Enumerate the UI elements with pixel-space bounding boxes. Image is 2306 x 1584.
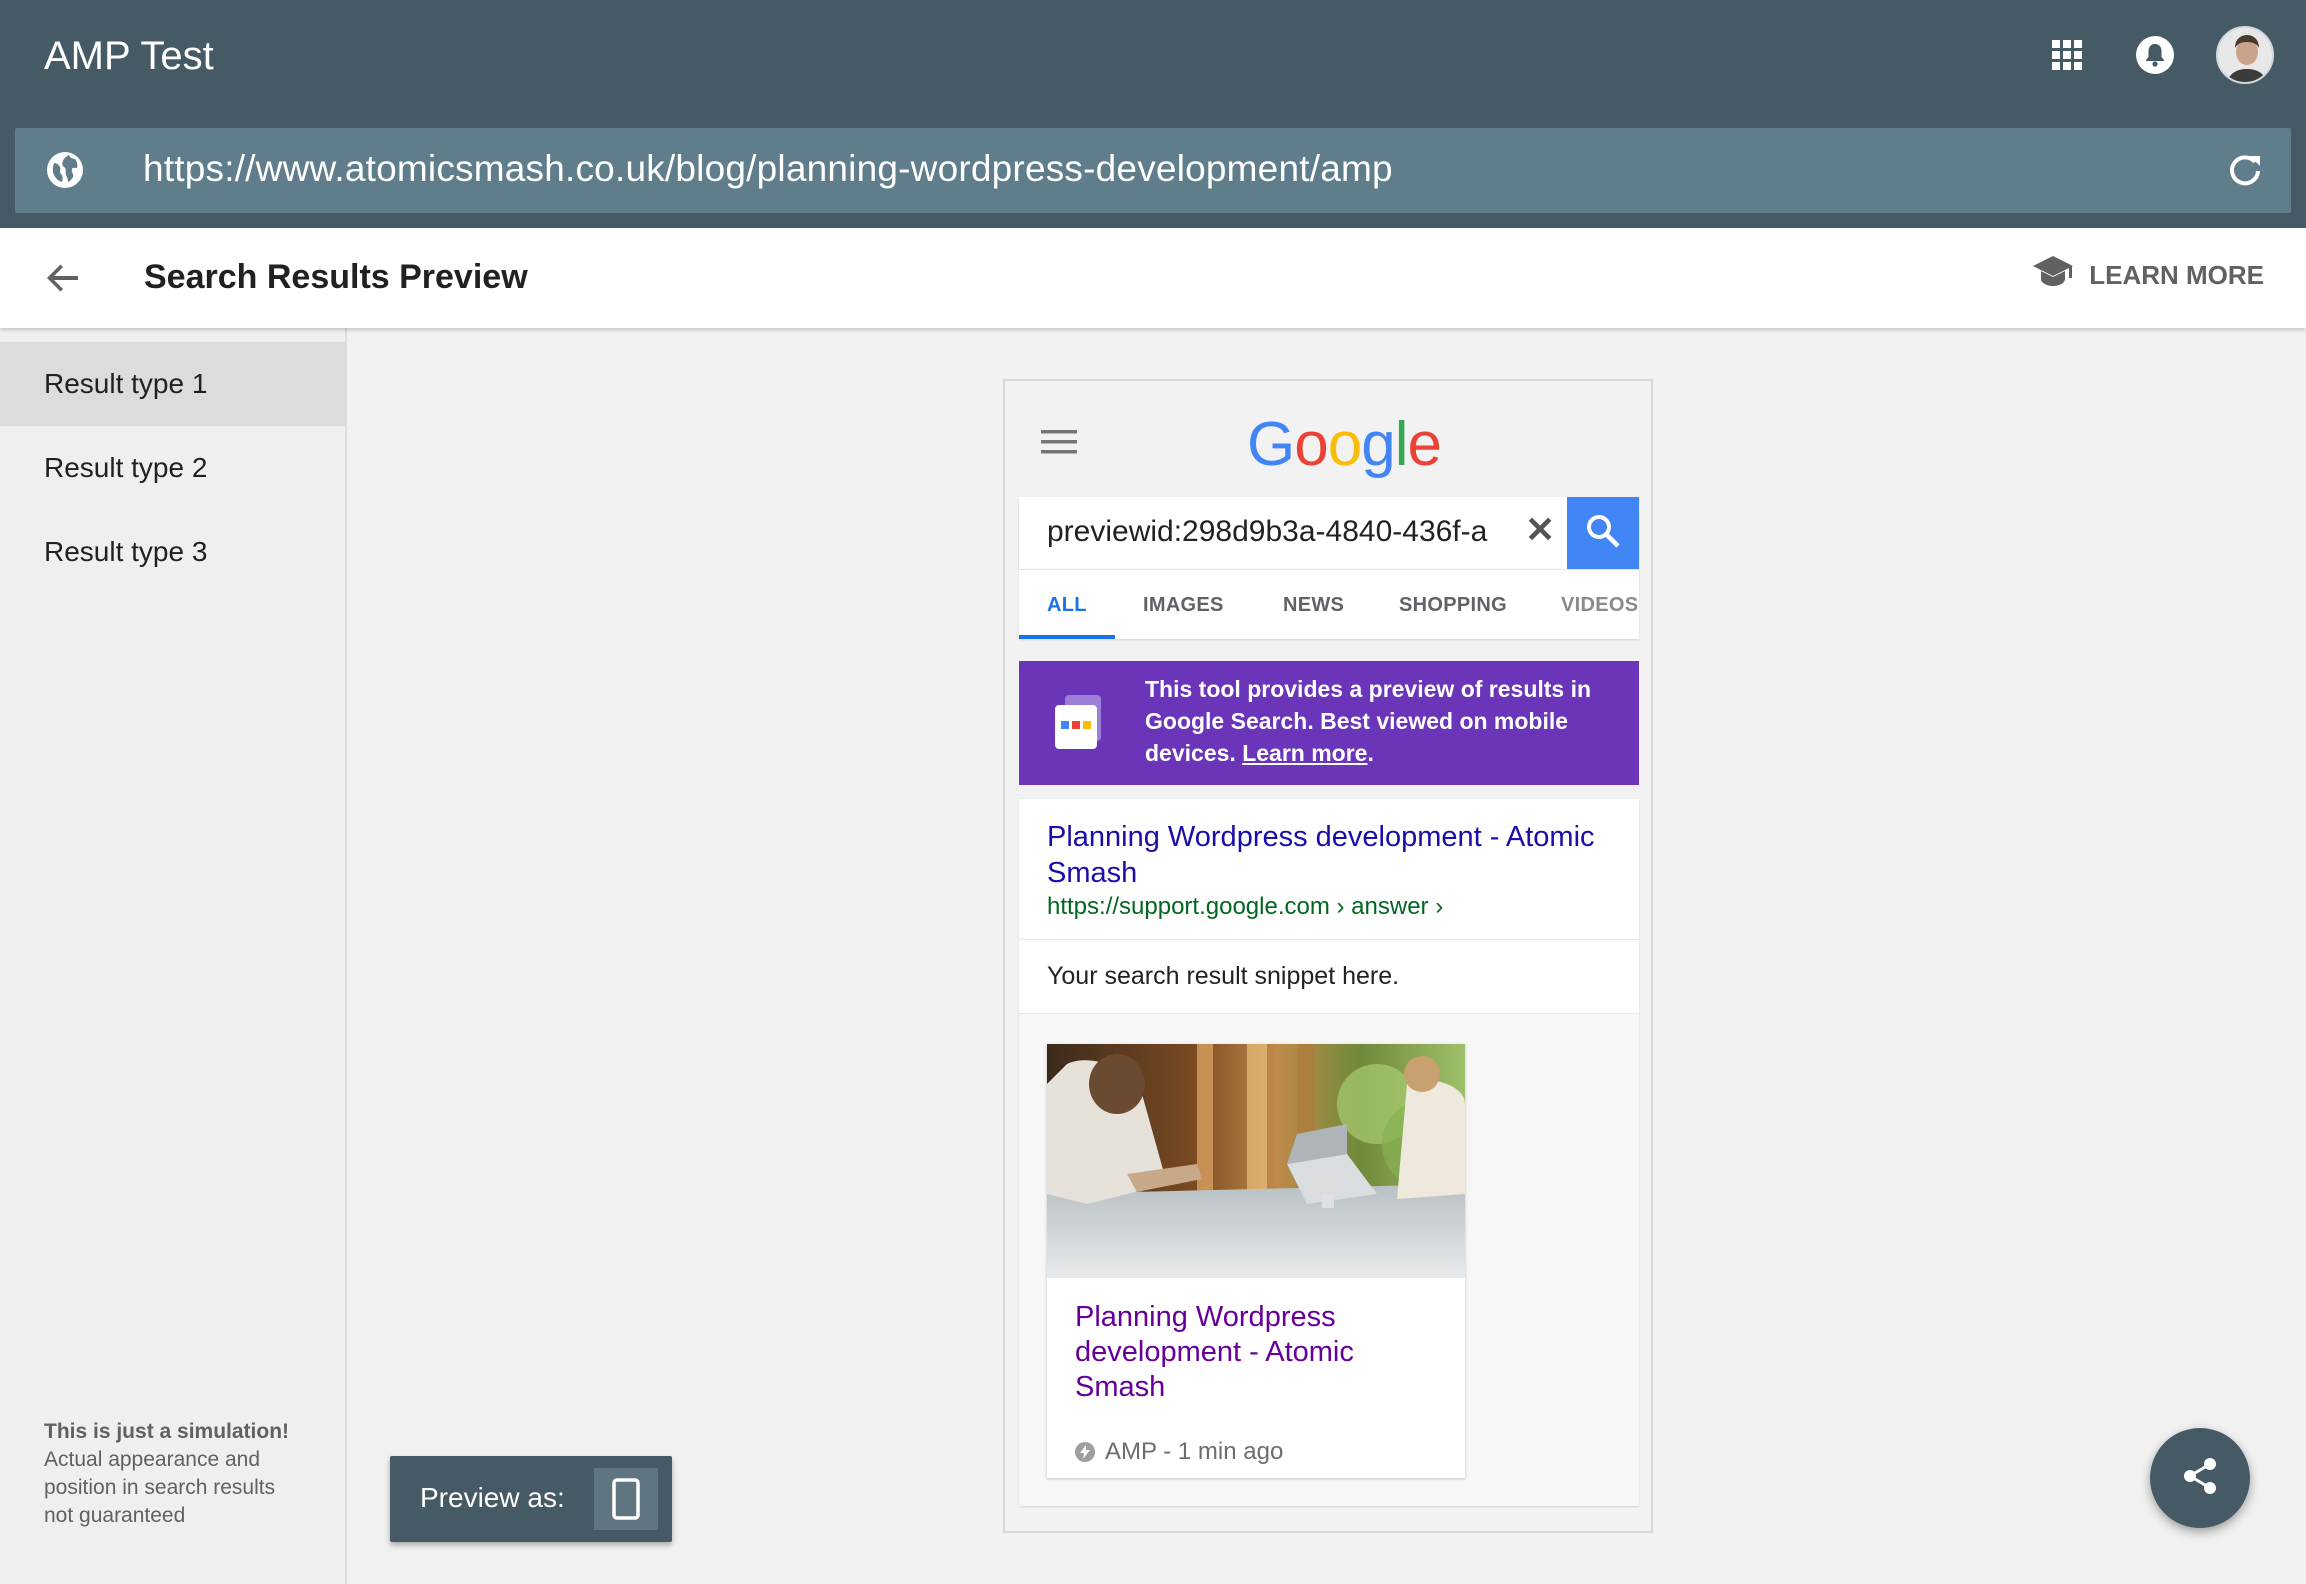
amp-meta-text: AMP - 1 min ago [1105, 1438, 1284, 1465]
back-arrow-icon[interactable] [42, 256, 86, 305]
smartphone-icon[interactable] [594, 1468, 658, 1530]
share-icon [2180, 1456, 2220, 1501]
banner-text-end: . [1367, 740, 1374, 766]
url-bar[interactable]: https://www.atomicsmash.co.uk/blog/plann… [15, 128, 2291, 213]
search-button[interactable] [1567, 497, 1639, 569]
google-search-box: previewid:298d9b3a-4840-436f-a ✕ [1019, 497, 1639, 569]
result-type-sidebar: Result type 1 Result type 2 Result type … [0, 328, 347, 1584]
amp-article-title[interactable]: Planning Wordpress development - Atomic … [1075, 1300, 1435, 1405]
reload-icon[interactable] [2225, 150, 2265, 195]
disclaimer-text: Actual appearance and position in search… [44, 1448, 276, 1527]
share-button[interactable] [2150, 1428, 2250, 1528]
globe-icon [45, 150, 85, 195]
preview-tool-icon [1049, 693, 1109, 758]
active-tab-indicator [1019, 635, 1115, 639]
app-title: AMP Test [44, 34, 214, 78]
learn-more-button[interactable]: LEARN MORE [2031, 254, 2264, 297]
tab-videos[interactable]: VIDEOS [1561, 594, 1638, 617]
amp-article-meta: AMP - 1 min ago [1075, 1438, 1283, 1466]
search-icon [1585, 513, 1621, 554]
result-header: Planning Wordpress development - Atomic … [1019, 799, 1639, 940]
tab-news[interactable]: NEWS [1283, 594, 1344, 617]
hamburger-menu-icon[interactable] [1041, 429, 1077, 460]
amp-lightning-icon [1075, 1442, 1095, 1462]
sidebar-item-result-type-1[interactable]: Result type 1 [0, 342, 345, 426]
sidebar-item-result-type-3[interactable]: Result type 3 [0, 510, 345, 594]
banner-message: This tool provides a preview of results … [1145, 673, 1615, 769]
result-url: https://support.google.com › answer › [1047, 893, 1444, 920]
preview-as-label: Preview as: [420, 1482, 565, 1513]
app-header: AMP Test https://www.atomicsmash.co.uk/b… [0, 0, 2306, 228]
learn-more-label: LEARN MORE [2089, 260, 2264, 290]
result-snippet: Your search result snippet here. [1019, 940, 1639, 1014]
user-avatar[interactable] [2216, 26, 2274, 84]
tab-all[interactable]: ALL [1047, 594, 1087, 617]
notifications-bell-icon[interactable] [2128, 28, 2182, 82]
page-title: Search Results Preview [144, 258, 528, 296]
amp-article-card[interactable]: Planning Wordpress development - Atomic … [1047, 1044, 1465, 1478]
learn-more-link[interactable]: Learn more [1242, 740, 1367, 766]
apps-grid-icon[interactable] [2040, 28, 2094, 82]
header-actions [2040, 26, 2274, 84]
preview-as-control[interactable]: Preview as: [390, 1456, 672, 1542]
search-tabs: ALL IMAGES NEWS SHOPPING VIDEOS [1019, 569, 1639, 639]
clear-search-icon[interactable]: ✕ [1525, 509, 1555, 551]
search-input[interactable]: previewid:298d9b3a-4840-436f-a [1047, 515, 1521, 549]
simulation-disclaimer: This is just a simulation! Actual appear… [44, 1418, 304, 1530]
result-title-link[interactable]: Planning Wordpress development - Atomic … [1047, 819, 1611, 891]
amp-carousel: Planning Wordpress development - Atomic … [1019, 1014, 1639, 1506]
disclaimer-heading: This is just a simulation! [44, 1420, 290, 1443]
google-logo: Google [1247, 410, 1442, 479]
sidebar-item-result-type-2[interactable]: Result type 2 [0, 426, 345, 510]
tab-images[interactable]: IMAGES [1143, 594, 1224, 617]
search-result-card: Planning Wordpress development - Atomic … [1019, 799, 1639, 1506]
mobile-preview-frame: Google previewid:298d9b3a-4840-436f-a ✕ … [1003, 379, 1653, 1533]
graduation-cap-icon [2031, 254, 2075, 297]
tab-shopping[interactable]: SHOPPING [1399, 594, 1507, 617]
url-input[interactable]: https://www.atomicsmash.co.uk/blog/plann… [143, 148, 1393, 190]
article-thumbnail-image [1047, 1044, 1465, 1278]
page-header: Search Results Preview LEARN MORE [0, 228, 2306, 328]
preview-info-banner: This tool provides a preview of results … [1019, 661, 1639, 785]
